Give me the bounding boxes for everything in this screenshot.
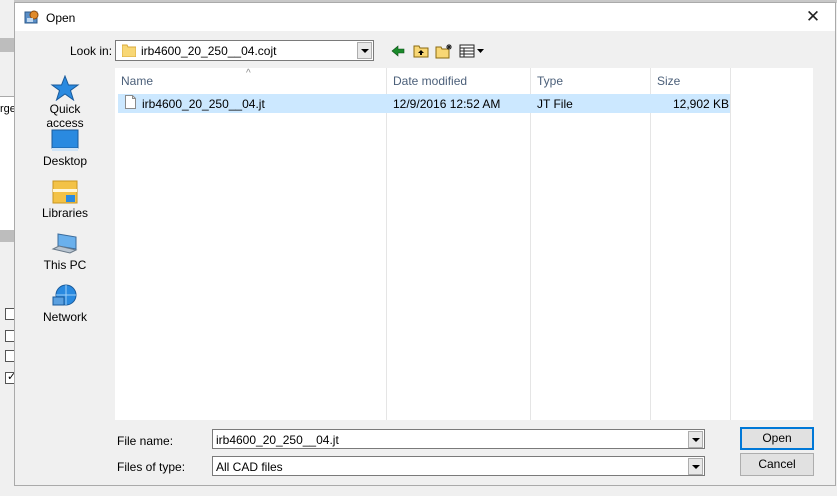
back-icon[interactable] <box>391 43 405 59</box>
column-header-type[interactable]: Type <box>537 74 563 88</box>
folder-icon <box>122 44 136 57</box>
file-type-label: Files of type: <box>117 460 186 474</box>
file-name-label: File name: <box>117 434 174 448</box>
place-desktop[interactable]: Desktop <box>33 121 97 173</box>
libraries-icon <box>52 180 78 204</box>
close-icon: ✕ <box>805 7 821 26</box>
look-in-dropdown[interactable]: irb4600_20_250__04.cojt <box>115 40 374 61</box>
file-size: 12,902 KB <box>673 97 730 111</box>
computer-icon <box>51 233 78 254</box>
column-divider[interactable] <box>530 68 531 420</box>
look-in-label: Look in: <box>70 44 113 58</box>
place-label: Libraries <box>41 206 89 220</box>
view-menu-icon[interactable] <box>459 43 486 59</box>
file-list[interactable]: ^ Name Date modified Type Size irb4600_2… <box>115 68 813 420</box>
place-this-pc[interactable]: This PC <box>33 225 97 277</box>
chevron-down-icon[interactable] <box>688 431 703 448</box>
document-icon <box>125 95 136 109</box>
look-in-value: irb4600_20_250__04.cojt <box>141 44 277 58</box>
column-divider[interactable] <box>386 68 387 420</box>
close-button[interactable]: ✕ <box>791 3 835 31</box>
up-folder-icon[interactable] <box>413 43 429 59</box>
background-app <box>0 0 14 496</box>
open-dialog: Open ✕ Look in: irb4600_20_250__04.cojt … <box>14 2 836 486</box>
open-button[interactable]: Open <box>740 427 814 450</box>
column-header-date[interactable]: Date modified <box>393 74 467 88</box>
cancel-button[interactable]: Cancel <box>740 453 814 476</box>
place-network[interactable]: Network <box>33 277 97 329</box>
file-date: 12/9/2016 12:52 AM <box>393 97 501 111</box>
file-name-value: irb4600_20_250__04.jt <box>216 433 339 447</box>
place-label: This PC <box>43 258 87 272</box>
background-panel <box>0 38 14 52</box>
file-name-input[interactable]: irb4600_20_250__04.jt <box>212 429 705 449</box>
sort-ascending-icon: ^ <box>246 68 251 79</box>
place-label: Desktop <box>42 154 88 168</box>
desktop-icon <box>51 129 79 151</box>
place-label: Network <box>42 310 87 324</box>
chevron-down-icon[interactable] <box>357 42 372 59</box>
background-panel <box>0 230 14 242</box>
file-row[interactable]: irb4600_20_250__04.jt 12/9/2016 12:52 AM… <box>118 94 730 113</box>
column-divider[interactable] <box>650 68 651 420</box>
place-libraries[interactable]: Libraries <box>33 173 97 225</box>
app-icon <box>24 10 39 24</box>
chevron-down-icon[interactable] <box>688 458 703 475</box>
title-bar[interactable]: Open ✕ <box>15 3 835 31</box>
place-quick-access[interactable]: Quick access <box>33 69 97 130</box>
network-icon <box>52 284 77 306</box>
background-panel <box>0 96 14 232</box>
column-header-name[interactable]: Name <box>121 74 153 88</box>
new-folder-icon[interactable] <box>435 43 453 59</box>
column-header-size[interactable]: Size <box>657 74 680 88</box>
file-type: JT File <box>537 97 573 111</box>
file-type-value: All CAD files <box>216 460 283 474</box>
file-name: irb4600_20_250__04.jt <box>142 97 265 111</box>
column-divider[interactable] <box>730 68 731 420</box>
dialog-title: Open <box>46 11 76 25</box>
star-icon <box>50 75 80 101</box>
file-type-select[interactable]: All CAD files <box>212 456 705 476</box>
